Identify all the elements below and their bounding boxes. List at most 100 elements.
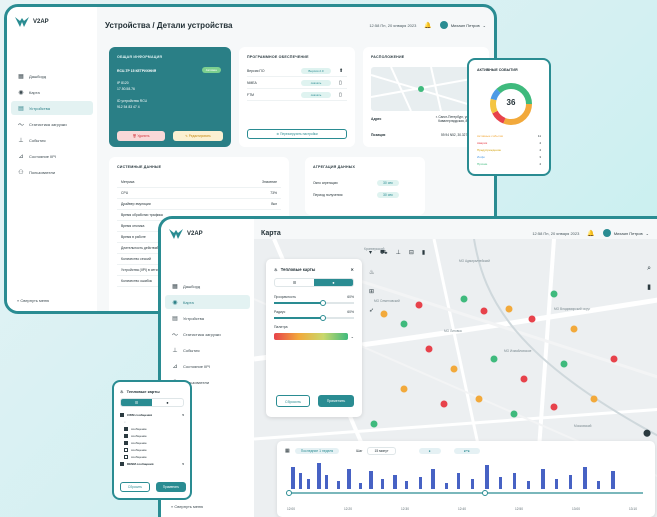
location-mini-map[interactable]: [371, 67, 471, 111]
grid-icon[interactable]: ⊞: [369, 288, 374, 295]
list-item[interactable]: сообщение: [114, 425, 190, 432]
heatmap-header: ♨ Тепловые карты ✕: [274, 267, 354, 272]
apply-button[interactable]: Применить: [318, 395, 354, 407]
slider-knob[interactable]: [319, 300, 326, 306]
list-mode-icon[interactable]: ☰: [275, 279, 314, 286]
sidebar-item-devices[interactable]: ▤ Устройства: [165, 311, 250, 325]
group-row[interactable]: CWM сообщения 5: [114, 411, 190, 418]
list-item[interactable]: сообщение: [114, 432, 190, 439]
reset-button[interactable]: Сбросить: [120, 482, 150, 492]
bell-icon[interactable]: 🔔: [424, 22, 431, 29]
metric-value: Значение: [261, 180, 277, 184]
device-icon[interactable]: ▮: [422, 249, 425, 257]
collapse-menu-button[interactable]: « Свернуть меню: [171, 504, 203, 509]
list-item[interactable]: сообщение: [114, 446, 190, 453]
group-checkbox[interactable]: [120, 461, 124, 466]
device-id-value: 912 54 83 47 4: [117, 105, 140, 109]
sidebar-item-state[interactable]: ⊿ Состояние IIPI: [165, 359, 250, 373]
mini-mode-toggle[interactable]: ☰ ●: [120, 398, 184, 407]
collapse-menu-button[interactable]: « Свернуть меню: [17, 298, 49, 303]
tick-label: 12:50: [515, 507, 523, 511]
event-label: Авария: [477, 141, 488, 145]
aggregation-value[interactable]: 30 сек: [377, 180, 399, 186]
sidebar-item-statistics[interactable]: 〜 Статистика загрузки: [11, 117, 93, 131]
software-tag[interactable]: скачать: [301, 79, 331, 86]
sidebar-item-dashboard[interactable]: ▦ Дашборд: [11, 69, 93, 83]
tick-label: 13:00: [572, 507, 580, 511]
map-pin-icon: ◉: [18, 89, 24, 96]
heat-mode-icon[interactable]: ●: [152, 399, 183, 406]
sidebar-item-events[interactable]: ⊥ События: [165, 343, 250, 357]
aggregation-row: Период получения 30 сек: [313, 189, 417, 201]
sidebar-item-users[interactable]: ⚇ Пользователи: [11, 165, 93, 179]
radius-slider[interactable]: [274, 315, 354, 321]
filter-icon[interactable]: ▾: [369, 249, 372, 257]
group-checkbox[interactable]: [120, 412, 124, 417]
heatmap-mode-toggle[interactable]: ☰ ●: [274, 278, 354, 287]
sidebar-item-label: Устройства: [183, 315, 204, 321]
file-icon[interactable]: ▯: [339, 80, 342, 86]
app-logo[interactable]: V2AP: [7, 7, 97, 27]
metric-name: Время отклика: [121, 224, 145, 228]
sidebar-item-devices[interactable]: ▤ Устройства: [11, 101, 93, 115]
reset-button[interactable]: Сбросить: [276, 395, 310, 407]
file-icon[interactable]: ▯: [339, 92, 342, 98]
list-item[interactable]: сообщение: [114, 453, 190, 460]
truck-icon[interactable]: ⛟: [380, 249, 388, 257]
opacity-slider[interactable]: [274, 300, 354, 306]
slider-knob[interactable]: [319, 315, 326, 321]
item-checkbox[interactable]: [124, 433, 128, 438]
aggregation-value[interactable]: 30 сек: [377, 192, 399, 198]
sidebar-item-events[interactable]: ⊥ События: [11, 133, 93, 147]
edit-button[interactable]: ✎ Редактировать: [173, 131, 223, 141]
item-checkbox[interactable]: [124, 440, 128, 445]
dashboard-icon: ▦: [18, 73, 24, 80]
delete-button[interactable]: 🗑 Удалить: [117, 131, 165, 141]
app-logo[interactable]: V2AP: [161, 219, 254, 239]
period-select[interactable]: Последние 1 неделя: [294, 448, 340, 454]
sidebar-item-map[interactable]: ◉ Карта: [11, 85, 93, 99]
user-menu[interactable]: Михаил Петров ⌄: [602, 229, 649, 237]
step-select[interactable]: 15 минут: [367, 447, 396, 455]
compass-icon[interactable]: ⬤: [643, 429, 651, 437]
list-item[interactable]: сообщение: [114, 439, 190, 446]
close-icon[interactable]: ✕: [350, 267, 354, 272]
item-label: сообщение: [131, 433, 147, 438]
sidebar-item-statistics[interactable]: 〜 Статистика загрузки: [165, 327, 250, 341]
reload-settings-button[interactable]: ⚙ Перезагрузить настройки: [247, 129, 347, 139]
calendar-icon[interactable]: ▦: [285, 448, 290, 454]
user-menu[interactable]: Михаил Петров ⌄: [439, 21, 486, 29]
software-tag[interactable]: скачать: [301, 91, 331, 98]
device-toggle-icon[interactable]: ▮: [647, 283, 651, 291]
heat-mode-icon[interactable]: ●: [314, 279, 353, 286]
pointer-icon[interactable]: ➶: [369, 307, 374, 314]
sidebar-item-label: Карта: [29, 89, 40, 95]
mini-map-roads: [371, 67, 471, 111]
play-button[interactable]: ●: [418, 448, 441, 454]
metric-value: 73%: [270, 191, 277, 195]
bell-icon[interactable]: 🔔: [587, 230, 594, 237]
group-row[interactable]: DENM сообщения 5: [114, 460, 190, 467]
heat-icon: ♨: [274, 267, 278, 272]
item-checkbox[interactable]: [124, 454, 128, 459]
sidebar-item-dashboard[interactable]: ▦ Дашборд: [165, 279, 250, 293]
sidebar-item-map[interactable]: ◉ Карта: [165, 295, 250, 309]
mini-heatmap-header: ♨ Тепловые карты: [114, 382, 190, 398]
sidebar-item-state[interactable]: ⊿ Состояние IIPI: [11, 149, 93, 163]
aggregation-row: Окно агрегации 30 сек: [313, 177, 417, 189]
palette-select[interactable]: ⌄: [274, 333, 354, 340]
search-icon[interactable]: ⌕: [647, 265, 651, 273]
software-panel: ПРОГРАММНОЕ ОБЕСПЕЧЕНИЕ Версия ПО Версия …: [239, 47, 355, 147]
item-checkbox[interactable]: [124, 447, 128, 452]
upload-icon[interactable]: ⬆: [339, 68, 343, 74]
item-checkbox[interactable]: [124, 426, 128, 431]
list-item: Предупреждение 4: [477, 148, 541, 155]
event-count: 11: [537, 134, 541, 138]
ruler-icon[interactable]: ⊥: [396, 249, 401, 257]
search-row[interactable]: ⌕: [114, 418, 190, 425]
apply-button[interactable]: Применить: [156, 482, 186, 492]
heat-icon[interactable]: ♨: [369, 269, 374, 276]
layers-icon[interactable]: ⊟: [409, 249, 414, 257]
list-mode-icon[interactable]: ☰: [121, 399, 152, 406]
range-button[interactable]: ●━●: [453, 448, 480, 454]
